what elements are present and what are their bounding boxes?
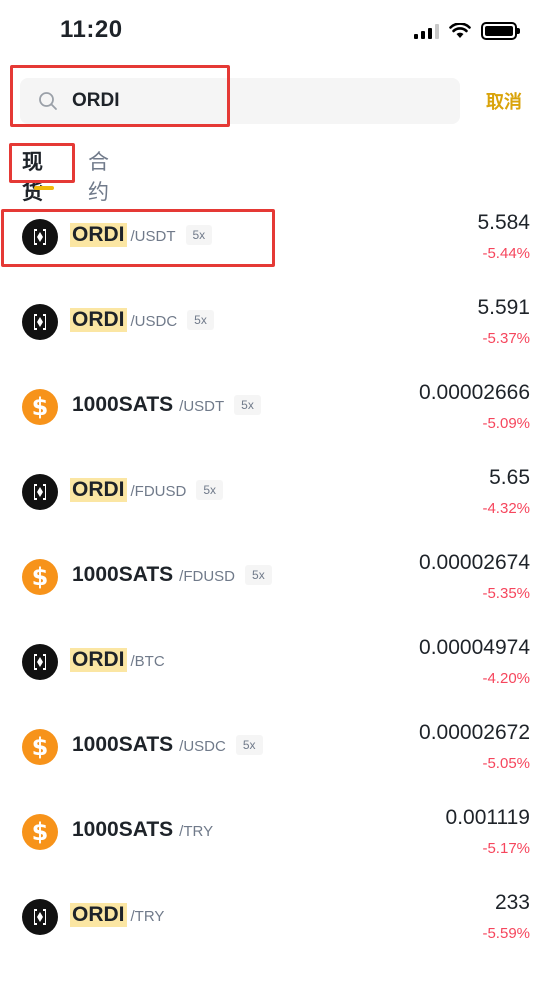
pair-quote: /USDT xyxy=(130,228,176,245)
pair-quote: /USDC xyxy=(179,738,226,755)
price-change: -5.17% xyxy=(482,840,530,857)
pair-base: 1000SATS xyxy=(72,733,174,756)
pair-base: ORDI xyxy=(70,223,127,247)
sats-icon: $ xyxy=(22,729,58,765)
leverage-badge: 5x xyxy=(187,310,214,330)
ordi-icon xyxy=(22,219,58,255)
search-box[interactable] xyxy=(20,78,460,124)
price: 0.00002674 xyxy=(419,551,530,574)
sats-icon: $ xyxy=(22,389,58,425)
search-icon xyxy=(39,92,57,110)
trading-pair: 1000SATS /USDT 5x xyxy=(70,393,261,417)
ordi-icon xyxy=(22,474,58,510)
active-tab-indicator xyxy=(34,186,54,190)
market-row[interactable]: ORDI /USDC 5x 5.591 -5.37% xyxy=(0,280,553,365)
price: 0.00002666 xyxy=(419,381,530,404)
pair-base: ORDI xyxy=(70,308,127,332)
cancel-button[interactable]: 取消 xyxy=(486,88,522,114)
market-row[interactable]: $ 1000SATS /USDC 5x 0.00002672 -5.05% xyxy=(0,705,553,790)
leverage-badge: 5x xyxy=(245,565,272,585)
pair-quote: /USDT xyxy=(179,398,225,415)
pair-base: 1000SATS xyxy=(72,818,174,841)
sats-icon: $ xyxy=(22,814,58,850)
pair-base: ORDI xyxy=(70,903,127,927)
price: 0.00002672 xyxy=(419,721,530,744)
pair-base: 1000SATS xyxy=(72,563,174,586)
price: 5.591 xyxy=(477,296,530,319)
ordi-icon xyxy=(22,899,58,935)
pair-quote: /TRY xyxy=(130,908,165,925)
trading-pair: ORDI /FDUSD 5x xyxy=(70,478,224,502)
price-change: -5.05% xyxy=(482,755,530,772)
battery-icon xyxy=(481,22,520,40)
pair-quote: /TRY xyxy=(179,823,214,840)
sats-icon: $ xyxy=(22,559,58,595)
status-time: 11:20 xyxy=(60,16,123,43)
status-bar: 11:20 xyxy=(0,0,553,60)
cellular-signal-icon xyxy=(414,23,439,39)
market-row[interactable]: ORDI /BTC 0.00004974 -4.20% xyxy=(0,620,553,705)
pair-quote: /FDUSD xyxy=(130,483,187,500)
leverage-badge: 5x xyxy=(185,225,213,245)
pair-base: ORDI xyxy=(70,478,127,502)
pair-quote: /USDC xyxy=(130,313,178,330)
leverage-badge: 5x xyxy=(196,480,224,500)
price: 0.00004974 xyxy=(419,636,530,659)
ordi-icon xyxy=(22,644,58,680)
pair-quote: /FDUSD xyxy=(179,568,236,585)
market-row[interactable]: ORDI /FDUSD 5x 5.65 -4.32% xyxy=(0,450,553,535)
price-change: -4.32% xyxy=(482,500,530,517)
price-change: -5.44% xyxy=(482,245,530,262)
trading-pair: 1000SATS /FDUSD 5x xyxy=(70,563,272,587)
price: 233 xyxy=(494,891,530,914)
price-change: -5.35% xyxy=(482,585,530,602)
trading-pair: ORDI /USDC 5x xyxy=(70,308,214,332)
pair-base: 1000SATS xyxy=(72,393,174,416)
pair-base: ORDI xyxy=(70,648,127,672)
trading-pair: ORDI /USDT 5x xyxy=(70,223,213,247)
market-row[interactable]: $ 1000SATS /USDT 5x 0.00002666 -5.09% xyxy=(0,365,553,450)
price: 0.001119 xyxy=(445,806,530,829)
price-change: -5.37% xyxy=(482,330,530,347)
market-row[interactable]: ORDI /USDT 5x 5.584 -5.44% xyxy=(0,195,553,280)
price-change: -4.20% xyxy=(482,670,530,687)
ordi-icon xyxy=(22,304,58,340)
leverage-badge: 5x xyxy=(234,395,261,415)
trading-pair: ORDI /BTC xyxy=(70,648,165,672)
status-icons xyxy=(414,22,520,40)
trading-pair: 1000SATS /USDC 5x xyxy=(70,733,263,757)
market-row[interactable]: $ 1000SATS /FDUSD 5x 0.00002674 -5.35% xyxy=(0,535,553,620)
pair-quote: /BTC xyxy=(130,653,165,670)
wifi-icon xyxy=(449,23,471,38)
price: 5.584 xyxy=(477,211,530,234)
market-row[interactable]: $ 1000SATS /TRY 0.001119 -5.17% xyxy=(0,790,553,875)
trading-pair: 1000SATS /TRY xyxy=(70,818,213,842)
price: 5.65 xyxy=(489,466,530,489)
price-change: -5.59% xyxy=(482,925,530,942)
leverage-badge: 5x xyxy=(235,735,263,755)
search-input[interactable] xyxy=(72,78,442,124)
price-change: -5.09% xyxy=(482,415,530,432)
market-row[interactable]: ORDI /TRY 233 -5.59% xyxy=(0,875,553,960)
trading-pair: ORDI /TRY xyxy=(70,903,164,927)
